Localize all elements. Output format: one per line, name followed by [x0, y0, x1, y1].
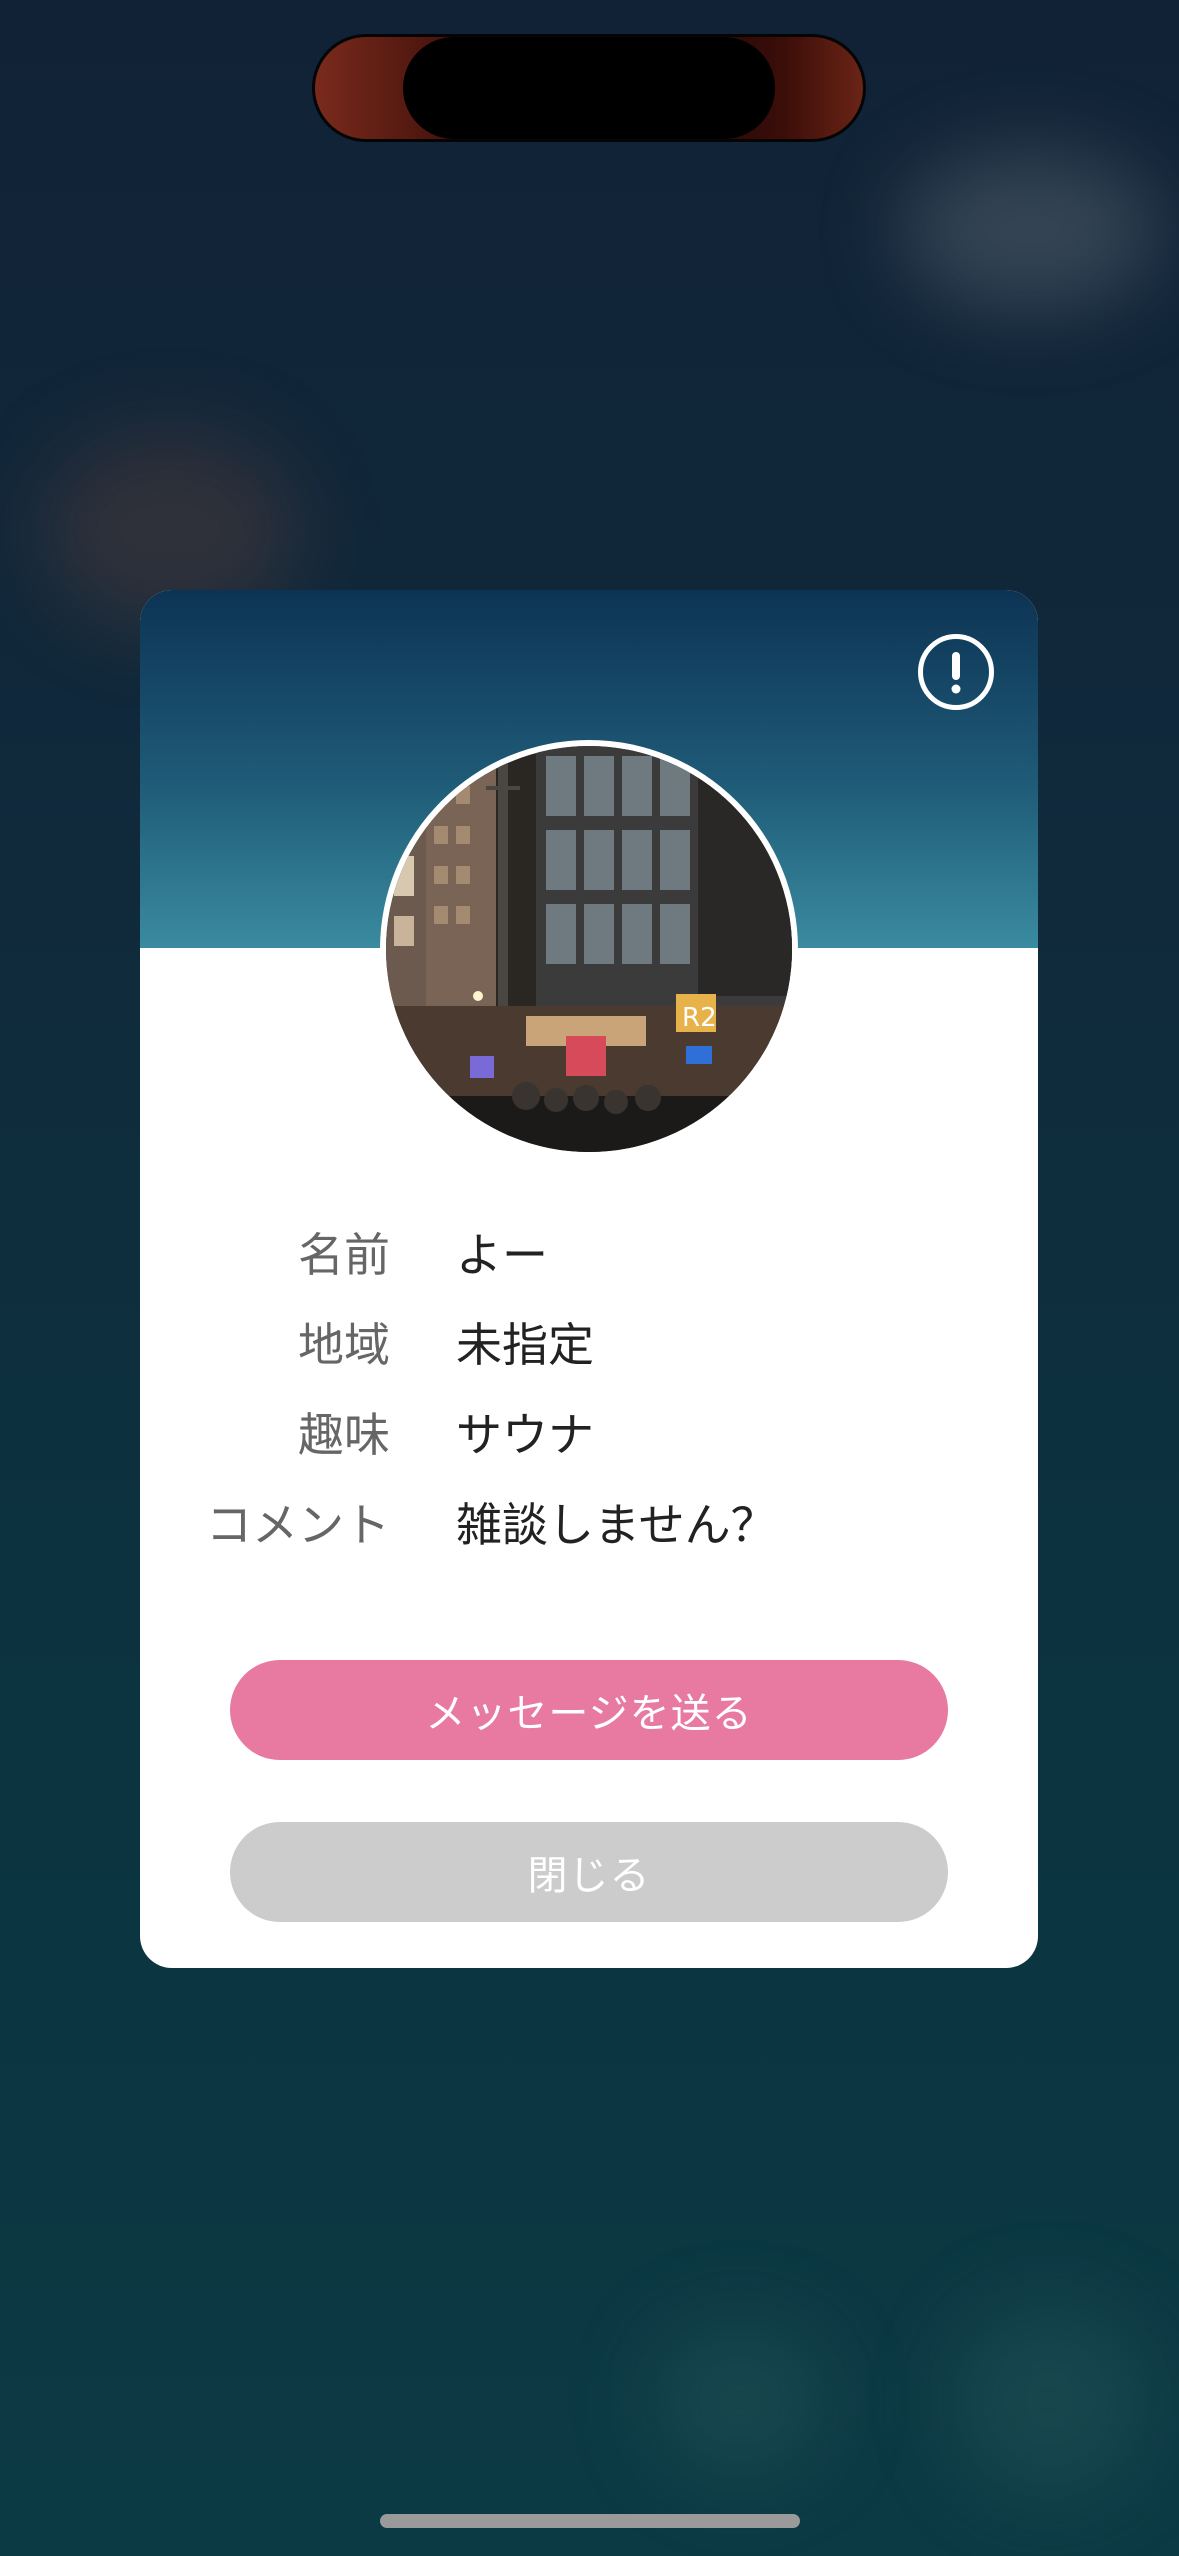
background-bokeh — [950, 2300, 1150, 2500]
field-value: よー — [456, 1228, 548, 1282]
camera-cutout — [403, 37, 775, 139]
send-message-button[interactable]: メッセージを送る — [230, 1660, 948, 1760]
field-value: 雑談しません？ — [456, 1498, 777, 1552]
profile-row-hobby: 趣味 サウナ — [140, 1390, 1038, 1480]
field-label: 地域 — [298, 1318, 390, 1372]
avatar-frame: R2 — [380, 740, 798, 1158]
city-night-street-photo: R2 — [386, 746, 792, 1152]
field-label: コメント — [206, 1498, 390, 1552]
report-button[interactable] — [918, 634, 994, 710]
background-bokeh — [650, 2320, 830, 2480]
profile-row-region: 地域 未指定 — [140, 1300, 1038, 1390]
profile-row-comment: コメント 雑談しません？ — [140, 1480, 1038, 1570]
field-label: 趣味 — [298, 1408, 390, 1462]
home-indicator[interactable] — [380, 2514, 800, 2528]
profile-details: 名前 よー 地域 未指定 趣味 サウナ コメント 雑談しません？ — [140, 1210, 1038, 1570]
field-value: 未指定 — [456, 1318, 594, 1372]
avatar[interactable]: R2 — [386, 746, 792, 1152]
exclamation-circle-icon — [951, 652, 961, 694]
field-value: サウナ — [456, 1408, 594, 1462]
field-label: 名前 — [298, 1228, 390, 1282]
background-bokeh — [900, 150, 1160, 310]
svg-text:R2: R2 — [682, 1003, 717, 1033]
dynamic-island — [312, 34, 866, 142]
profile-row-name: 名前 よー — [140, 1210, 1038, 1300]
profile-card: R2 名前 よー 地域 未指定 趣味 サウナ コメント 雑談しません？ メッセー… — [140, 590, 1038, 1968]
close-button[interactable]: 閉じる — [230, 1822, 948, 1922]
